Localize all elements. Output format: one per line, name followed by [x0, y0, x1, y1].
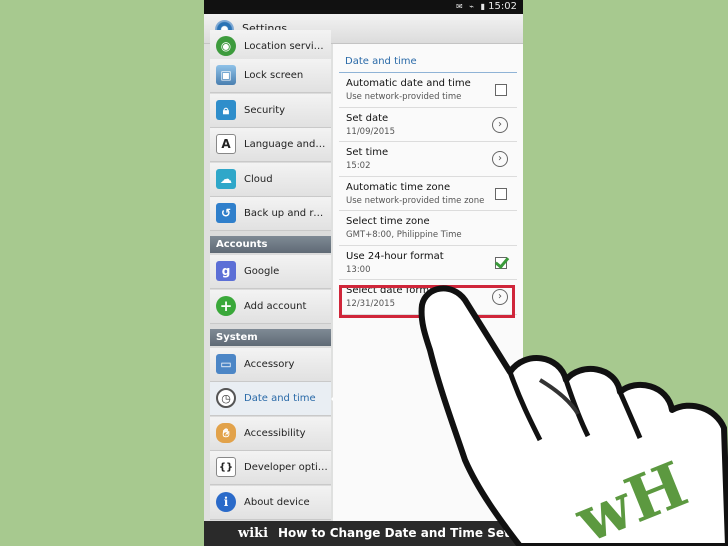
backup-icon: ↺ — [216, 203, 236, 223]
menu-item-accessory[interactable]: ▭ Accessory — [210, 348, 331, 382]
row-automatic-time-zone[interactable]: Automatic time zone Use network-provided… — [339, 177, 517, 211]
add-icon: + — [216, 296, 236, 316]
row-24-hour-format[interactable]: Use 24-hour format 13:00 — [339, 246, 517, 280]
menu-item-cloud[interactable]: ☁ Cloud — [210, 163, 331, 197]
menu-item-backup[interactable]: ↺ Back up and res... — [210, 197, 331, 231]
settings-menu: ◉ Location servic... ▣ Lock screen 🔒︎ Se… — [210, 30, 338, 521]
menu-item-google[interactable]: g Google — [210, 255, 331, 289]
location-icon: ◉ — [216, 36, 236, 56]
automatic-date-time-checkbox[interactable] — [495, 84, 507, 96]
finger-crease-2 — [563, 379, 591, 438]
menu-item-security[interactable]: 🔒︎ Security — [210, 94, 331, 128]
info-icon: i — [216, 492, 236, 512]
menu-item-accessibility[interactable]: ✋︎ Accessibility — [210, 417, 331, 451]
status-time: 15:02 — [488, 1, 517, 12]
chevron-right-icon[interactable]: › — [492, 289, 508, 305]
wikihow-logo: wiki — [238, 526, 269, 541]
cloud-icon: ☁ — [216, 169, 236, 189]
automatic-time-zone-checkbox[interactable] — [495, 187, 507, 200]
menu-item-about-device[interactable]: i About device — [210, 486, 331, 520]
section-header-system: System — [210, 329, 331, 346]
24-hour-format-checkbox[interactable] — [495, 256, 507, 269]
lock-icon: 🔒︎ — [216, 100, 236, 120]
google-icon: g — [216, 261, 236, 281]
section-header-accounts: Accounts — [210, 236, 331, 253]
menu-item-lock-screen[interactable]: ▣ Lock screen — [210, 59, 331, 93]
lock-screen-icon: ▣ — [216, 65, 236, 85]
row-set-date[interactable]: Set date 11/09/2015 › — [339, 108, 517, 142]
clock-icon: ◷ — [216, 388, 236, 408]
status-icons: ✉ ⌁ ▮ — [455, 2, 487, 11]
date-time-panel: Date and time Automatic date and time Us… — [333, 44, 523, 521]
menu-item-add-account[interactable]: + Add account — [210, 290, 331, 324]
keyboard-a-icon: A — [216, 134, 236, 154]
chevron-right-icon[interactable]: › — [492, 116, 508, 133]
row-select-time-zone[interactable]: Select time zone GMT+8:00, Philippine Ti… — [339, 211, 517, 246]
finger-crease-3 — [617, 390, 643, 439]
accessory-icon: ▭ — [216, 354, 236, 374]
menu-item-language[interactable]: A Language and k... — [210, 128, 331, 162]
wikihow-banner: wiki How to Change Date and Time Setting… — [204, 521, 728, 546]
banner-caption: How to Change Date and Time Settings on … — [278, 526, 728, 540]
row-select-date-format[interactable]: Select date format 12/31/2015 › — [339, 280, 517, 315]
hand-icon: ✋︎ — [216, 423, 236, 443]
phone-screen: ✉ ⌁ ▮ 15:02 Settings ◉ Location servic..… — [204, 0, 523, 521]
knuckle-line — [538, 378, 580, 416]
status-bar: ✉ ⌁ ▮ 15:02 — [204, 0, 523, 14]
braces-icon: {} — [216, 457, 236, 477]
menu-item-date-and-time[interactable]: ◷ Date and time — [210, 382, 331, 416]
chevron-right-icon[interactable]: › — [492, 151, 508, 167]
row-set-time[interactable]: Set time 15:02 › — [339, 142, 517, 177]
row-automatic-date-time[interactable]: Automatic date and time Use network-prov… — [339, 73, 517, 108]
menu-item-developer-options[interactable]: {} Developer optio... — [210, 451, 331, 485]
section-title: Date and time — [345, 56, 417, 67]
